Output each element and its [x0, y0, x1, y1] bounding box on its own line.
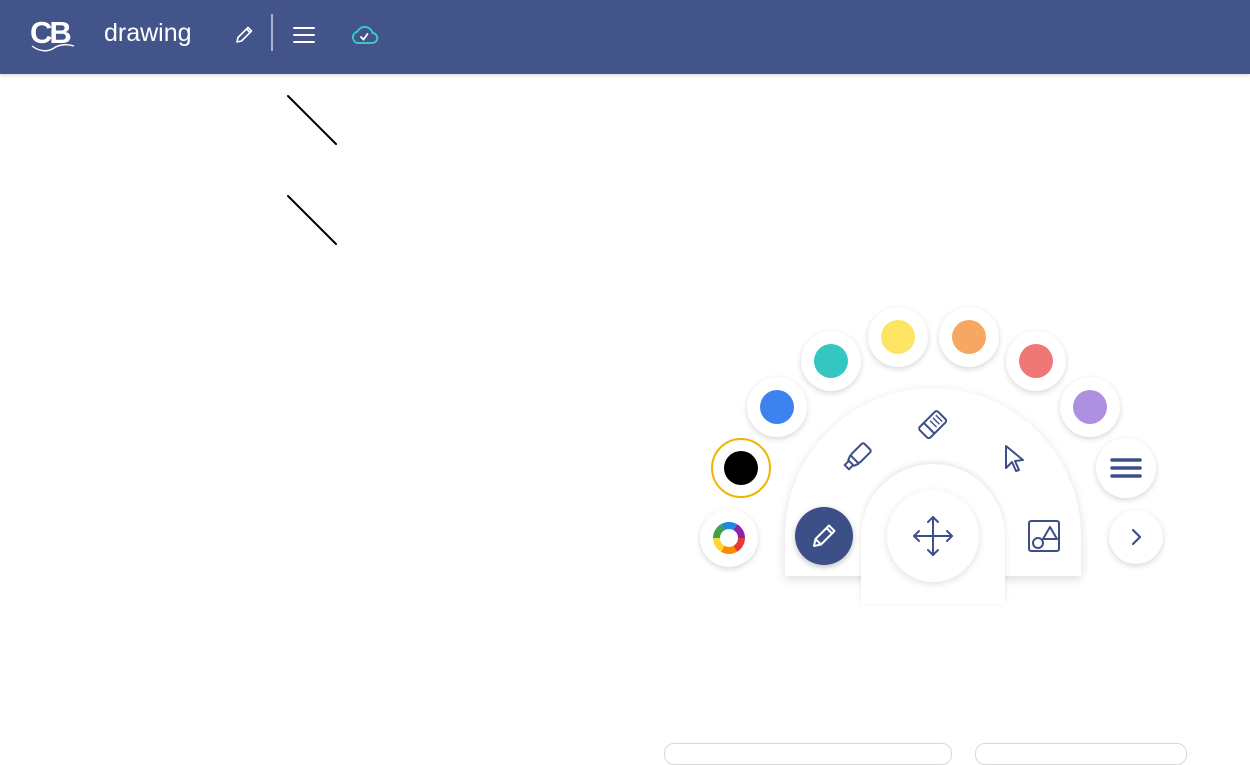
- stroke-2: [287, 195, 337, 245]
- eraser-tool[interactable]: [911, 403, 955, 447]
- shapes-tool[interactable]: [1022, 514, 1066, 558]
- swatch-red-dot: [1019, 344, 1053, 378]
- swatch-purple[interactable]: [1060, 377, 1120, 437]
- top-bar: CB drawing: [0, 0, 1250, 74]
- highlighter-tool[interactable]: [834, 436, 878, 480]
- stroke-1: [287, 95, 337, 145]
- bottom-panel-right[interactable]: [975, 743, 1187, 765]
- color-wheel-icon: [713, 522, 745, 554]
- shapes-icon: [1028, 520, 1060, 552]
- save-status-button[interactable]: [346, 17, 382, 53]
- swatch-teal[interactable]: [801, 331, 861, 391]
- swatch-purple-dot: [1073, 390, 1107, 424]
- custom-color-button[interactable]: [700, 509, 758, 567]
- document-title[interactable]: drawing: [104, 17, 192, 49]
- rename-button[interactable]: [226, 17, 262, 53]
- swatch-yellow-dot: [881, 320, 915, 354]
- highlighter-icon: [843, 442, 872, 471]
- cursor-arrow-icon: [1005, 445, 1024, 472]
- swatch-yellow[interactable]: [868, 307, 928, 367]
- swatch-orange-dot: [952, 320, 986, 354]
- logo-wave-icon: [31, 43, 75, 52]
- swatch-black-dot: [724, 451, 758, 485]
- select-tool[interactable]: [992, 436, 1036, 480]
- eraser-icon: [918, 410, 948, 440]
- cloud-check-icon: [351, 25, 379, 44]
- move-arrows-icon: [913, 516, 953, 556]
- hamburger-menu-icon: [1110, 458, 1142, 478]
- next-page-button[interactable]: [1109, 510, 1163, 564]
- swatch-black[interactable]: [711, 438, 771, 498]
- chevron-right-icon: [1131, 528, 1142, 546]
- bottom-panel-left[interactable]: [664, 743, 952, 765]
- hamburger-menu-icon: [293, 27, 315, 43]
- app-logo[interactable]: CB: [30, 16, 76, 54]
- header-divider: [271, 14, 273, 51]
- swatch-blue[interactable]: [747, 377, 807, 437]
- more-options-button[interactable]: [1096, 438, 1156, 498]
- main-menu-button[interactable]: [286, 17, 322, 53]
- swatch-teal-dot: [814, 344, 848, 378]
- swatch-blue-dot: [760, 390, 794, 424]
- move-tool[interactable]: [887, 490, 979, 582]
- swatch-red[interactable]: [1006, 331, 1066, 391]
- pencil-icon: [813, 524, 836, 547]
- pencil-icon: [236, 26, 253, 43]
- swatch-orange[interactable]: [939, 307, 999, 367]
- pen-tool[interactable]: [795, 507, 853, 565]
